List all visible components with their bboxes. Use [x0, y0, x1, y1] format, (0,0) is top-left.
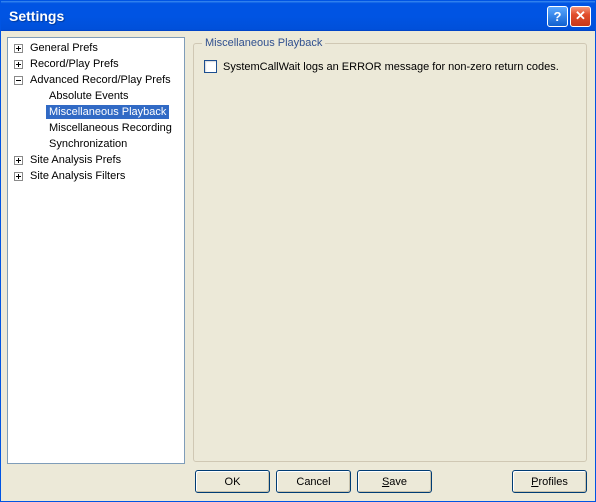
tree-item-general-prefs[interactable]: General Prefs: [8, 40, 184, 56]
tree-label: Synchronization: [46, 137, 130, 151]
help-icon: ?: [554, 9, 562, 24]
expander-minus-icon[interactable]: [14, 76, 23, 85]
profiles-button[interactable]: Profiles: [512, 470, 587, 493]
tree-item-synchronization[interactable]: Synchronization: [8, 136, 184, 152]
save-button[interactable]: Save: [357, 470, 432, 493]
systemcallwait-checkbox[interactable]: [204, 60, 217, 73]
tree-item-miscellaneous-playback[interactable]: Miscellaneous Playback: [8, 104, 184, 120]
group-content: SystemCallWait logs an ERROR message for…: [194, 44, 586, 89]
tree-label: Site Analysis Prefs: [27, 153, 124, 167]
tree-panel[interactable]: General Prefs Record/Play Prefs: [7, 37, 185, 464]
close-icon: ✕: [575, 8, 586, 24]
expander-plus-icon[interactable]: [14, 44, 23, 53]
ok-button[interactable]: OK: [195, 470, 270, 493]
settings-tree: General Prefs Record/Play Prefs: [8, 40, 184, 184]
expander-plus-icon[interactable]: [14, 172, 23, 181]
close-button[interactable]: ✕: [570, 6, 591, 27]
expander-plus-icon[interactable]: [14, 156, 23, 165]
profiles-button-label-rest: rofiles: [539, 476, 568, 488]
tree-label: Record/Play Prefs: [27, 57, 122, 71]
expander-plus-icon[interactable]: [14, 60, 23, 69]
tree-label: General Prefs: [27, 41, 101, 55]
titlebar-buttons: ? ✕: [547, 6, 591, 27]
group-legend: Miscellaneous Playback: [202, 37, 325, 49]
systemcallwait-option[interactable]: SystemCallWait logs an ERROR message for…: [204, 60, 576, 73]
settings-window: Settings ? ✕ General Prefs: [0, 0, 596, 502]
tree-item-absolute-events[interactable]: Absolute Events: [8, 88, 184, 104]
save-button-label-rest: ave: [389, 476, 407, 488]
tree-label: Absolute Events: [46, 89, 132, 103]
checkbox-label: SystemCallWait logs an ERROR message for…: [223, 61, 559, 73]
tree-label: Miscellaneous Playback: [46, 105, 169, 119]
tree-item-record-play-prefs[interactable]: Record/Play Prefs: [8, 56, 184, 72]
titlebar: Settings ? ✕: [1, 1, 595, 31]
help-button[interactable]: ?: [547, 6, 568, 27]
tree-item-site-analysis-filters[interactable]: Site Analysis Filters: [8, 168, 184, 184]
button-row: OK Cancel Save Profiles: [7, 464, 589, 495]
tree-item-site-analysis-prefs[interactable]: Site Analysis Prefs: [8, 152, 184, 168]
content-panel: Miscellaneous Playback SystemCallWait lo…: [191, 37, 589, 464]
tree-item-miscellaneous-recording[interactable]: Miscellaneous Recording: [8, 120, 184, 136]
tree-label: Miscellaneous Recording: [46, 121, 175, 135]
window-title: Settings: [9, 8, 547, 24]
tree-label: Advanced Record/Play Prefs: [27, 73, 174, 87]
tree-label: Site Analysis Filters: [27, 169, 128, 183]
miscellaneous-playback-group: Miscellaneous Playback SystemCallWait lo…: [193, 43, 587, 462]
main-area: General Prefs Record/Play Prefs: [7, 37, 589, 464]
tree-item-advanced-record-play-prefs[interactable]: Advanced Record/Play Prefs: [8, 72, 184, 88]
cancel-button[interactable]: Cancel: [276, 470, 351, 493]
client-area: General Prefs Record/Play Prefs: [1, 31, 595, 501]
